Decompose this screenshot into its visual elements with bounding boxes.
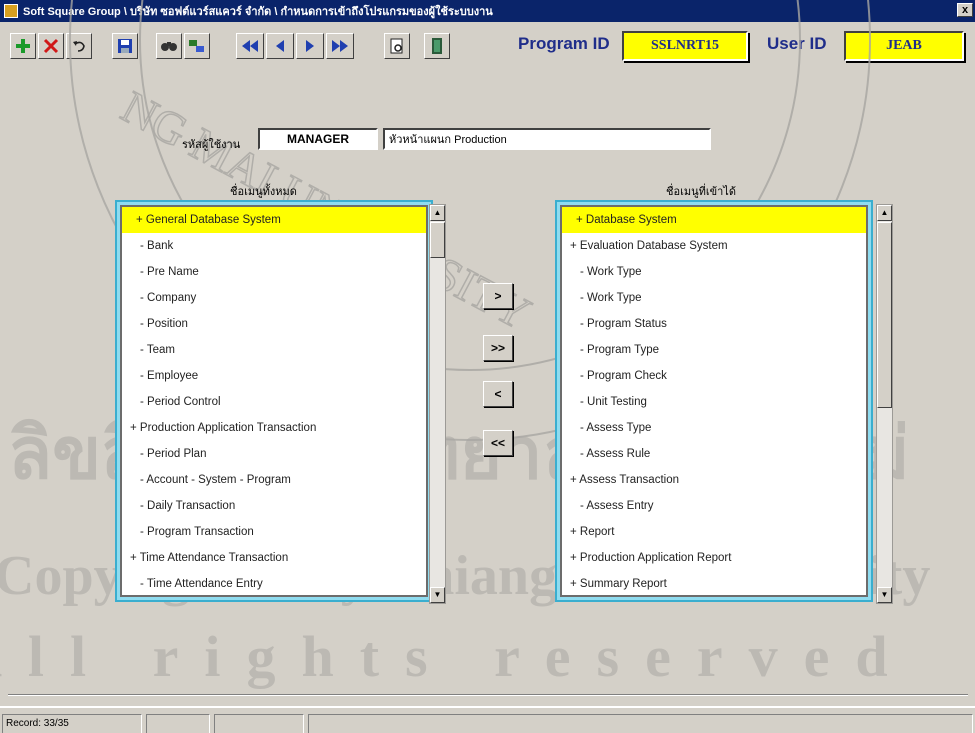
list-item[interactable]: - Unit Testing xyxy=(562,389,866,415)
toolbar: Program ID SSLNRT15 User ID JEAB xyxy=(0,22,975,72)
save-button[interactable] xyxy=(112,33,138,59)
remove-all-button[interactable]: << xyxy=(483,430,513,456)
scroll-up-arrow-icon[interactable]: ▲ xyxy=(430,205,445,221)
list-item[interactable]: - Time Attendance Entry xyxy=(122,571,426,595)
program-id-field[interactable]: SSLNRT15 xyxy=(622,31,748,61)
last-record-icon xyxy=(332,40,348,52)
available-menu-caption: ชื่อเมนูทั้งหมด xyxy=(230,186,297,198)
last-record-button[interactable] xyxy=(326,33,354,59)
watermark-rights: All rights reserved xyxy=(0,624,914,689)
user-code-field[interactable]: MANAGER xyxy=(258,128,378,150)
previous-record-button[interactable] xyxy=(266,33,294,59)
list-item[interactable]: - Assess Type xyxy=(562,415,866,441)
find-icon xyxy=(161,42,177,51)
delete-icon xyxy=(43,38,59,54)
delete-button[interactable] xyxy=(38,33,64,59)
scroll-thumb[interactable] xyxy=(430,222,445,258)
title-bar: Soft Square Group \ บริษัท ซอฟต์แวร์สแคว… xyxy=(0,0,975,22)
list-item[interactable]: - Position xyxy=(122,311,426,337)
list-item[interactable]: - Assess Entry xyxy=(562,493,866,519)
list-item[interactable]: - Program Check xyxy=(562,363,866,389)
list-item[interactable]: + Assess Transaction xyxy=(562,467,866,493)
user-id-field[interactable]: JEAB xyxy=(844,31,964,61)
assigned-menu-list[interactable]: + Database System + Evaluation Database S… xyxy=(555,200,873,602)
status-panel-4 xyxy=(308,714,973,733)
status-bar: Record: 33/35 xyxy=(0,706,975,733)
add-button[interactable] xyxy=(10,33,36,59)
list-item[interactable]: - Period Control xyxy=(122,389,426,415)
list-item[interactable]: - Account - System - Program xyxy=(122,467,426,493)
list-item[interactable]: - Team xyxy=(122,337,426,363)
scroll-down-arrow-icon[interactable]: ▼ xyxy=(430,587,445,603)
exit-button[interactable] xyxy=(424,33,450,59)
status-panel-3 xyxy=(214,714,304,733)
list-item[interactable]: - Assess Rule xyxy=(562,441,866,467)
list-item[interactable]: - Daily Transaction xyxy=(122,493,426,519)
previous-record-icon xyxy=(276,40,284,52)
filter-icon xyxy=(189,40,204,52)
list-item[interactable]: - Pre Name xyxy=(122,259,426,285)
window-title: Soft Square Group \ บริษัท ซอฟต์แวร์สแคว… xyxy=(23,6,493,18)
application-window: Soft Square Group \ บริษัท ซอฟต์แวร์สแคว… xyxy=(0,0,975,733)
list-item[interactable]: + Production Application Transaction xyxy=(122,415,426,441)
available-list-scrollbar[interactable]: ▲ ▼ xyxy=(429,204,446,604)
list-item[interactable]: - Company xyxy=(122,285,426,311)
list-item[interactable]: - Employee xyxy=(122,363,426,389)
first-record-button[interactable] xyxy=(236,33,264,59)
next-record-icon xyxy=(306,40,314,52)
preview-button[interactable] xyxy=(384,33,410,59)
remove-one-button[interactable]: < xyxy=(483,381,513,407)
list-item[interactable]: + Summary Report xyxy=(562,571,866,595)
available-menu-list-content: + General Database System - Bank - Pre Nam… xyxy=(120,205,428,597)
list-item[interactable]: + Evaluation Database System xyxy=(562,233,866,259)
list-item[interactable]: - Work Type xyxy=(562,285,866,311)
available-menu-list[interactable]: + General Database System - Bank - Pre Nam… xyxy=(115,200,433,602)
user-id-label: User ID xyxy=(767,34,827,53)
list-item[interactable]: + Production Application Report xyxy=(562,545,866,571)
record-indicator: Record: 33/35 xyxy=(2,714,142,733)
add-all-button[interactable]: >> xyxy=(483,335,513,361)
user-code-label: รหัสผู้ใช้งาน xyxy=(182,139,241,151)
list-item[interactable]: - Program Transaction xyxy=(122,519,426,545)
assigned-menu-list-content: + Database System + Evaluation Database S… xyxy=(560,205,868,597)
user-name-field[interactable]: หัวหน้าแผนก Production xyxy=(383,128,711,150)
divider xyxy=(8,694,968,696)
preview-icon xyxy=(390,38,403,54)
scroll-down-arrow-icon[interactable]: ▼ xyxy=(877,587,892,603)
app-icon xyxy=(4,4,18,18)
list-item[interactable]: - Program Type xyxy=(562,337,866,363)
first-record-icon xyxy=(242,40,258,52)
list-item[interactable]: - Period Plan xyxy=(122,441,426,467)
exit-icon xyxy=(432,38,442,54)
list-item[interactable]: + Database System xyxy=(562,207,866,233)
find-button[interactable] xyxy=(156,33,182,59)
assigned-menu-caption: ชื่อเมนูที่เข้าได้ xyxy=(666,186,736,198)
scroll-up-arrow-icon[interactable]: ▲ xyxy=(877,205,892,221)
list-item[interactable]: + Time Attendance Transaction xyxy=(122,545,426,571)
list-item[interactable]: - Bank xyxy=(122,233,426,259)
next-record-button[interactable] xyxy=(296,33,324,59)
undo-icon xyxy=(73,41,85,52)
list-item[interactable]: - Work Type xyxy=(562,259,866,285)
list-item[interactable]: - Program Status xyxy=(562,311,866,337)
list-item[interactable]: + Report xyxy=(562,519,866,545)
undo-button[interactable] xyxy=(66,33,92,59)
close-button[interactable]: x xyxy=(957,3,973,17)
assigned-list-scrollbar[interactable]: ▲ ▼ xyxy=(876,204,893,604)
scroll-thumb[interactable] xyxy=(877,222,892,408)
save-icon xyxy=(118,39,132,53)
add-one-button[interactable]: > xyxy=(483,283,513,309)
filter-button[interactable] xyxy=(184,33,210,59)
add-icon xyxy=(16,39,30,53)
list-item[interactable]: + General Database System xyxy=(122,207,426,233)
status-panel-2 xyxy=(146,714,210,733)
program-id-label: Program ID xyxy=(518,34,610,53)
